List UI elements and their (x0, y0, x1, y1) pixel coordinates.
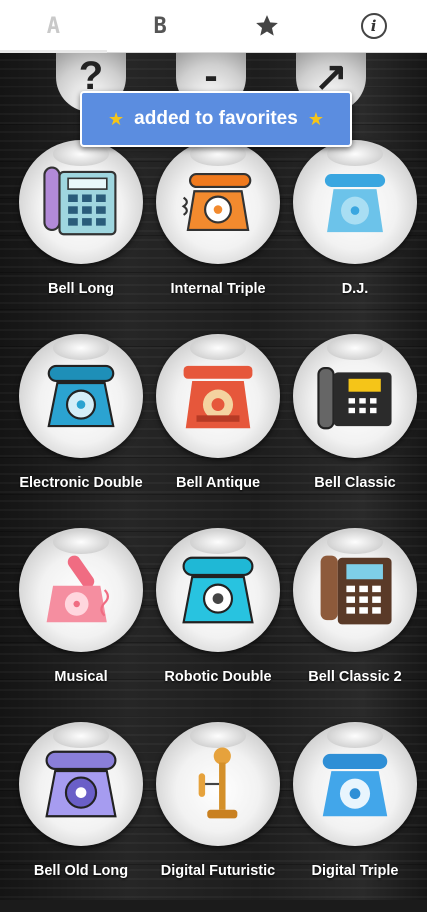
ringtone-button[interactable] (156, 722, 280, 846)
blue-rotary-phone-icon (324, 174, 386, 233)
purple-rotary-phone-icon (45, 750, 117, 818)
office-phone-icon (43, 166, 117, 236)
ringtone-item[interactable]: Bell Long (11, 140, 151, 330)
tab-b[interactable]: B (107, 0, 214, 52)
ringtone-item[interactable]: Robotic Double (148, 528, 288, 718)
ringtone-button[interactable] (19, 528, 143, 652)
pink-rotary-phone-icon (46, 555, 109, 623)
ringtone-label: Bell Long (47, 281, 115, 297)
tab-bar: A B i (0, 0, 427, 53)
ringtone-label: Bell Classic (314, 475, 396, 491)
ringtone-button[interactable] (156, 140, 280, 264)
star-icon-right: ★ (307, 108, 324, 129)
orange-rotary-phone-icon (181, 172, 252, 232)
star-icon (256, 15, 278, 36)
ringtone-label: Digital Triple (311, 863, 399, 879)
toast-message: added to favorites (134, 108, 298, 129)
ringtone-button[interactable] (293, 528, 417, 652)
ringtone-button[interactable] (156, 528, 280, 652)
tab-b-label: B (153, 13, 167, 39)
tab-a[interactable]: A (0, 0, 107, 53)
ringtone-item[interactable]: D.J. (285, 140, 425, 330)
ringtone-label: Musical (54, 669, 108, 685)
sky-rotary-phone-icon (322, 753, 388, 817)
ringtone-button[interactable] (19, 722, 143, 846)
ringtone-item[interactable]: Bell Classic (285, 334, 425, 524)
favorites-toast: ★ added to favorites ★ (80, 91, 352, 147)
ringtone-item[interactable]: Digital Futuristic (148, 722, 288, 912)
ringtone-label: Bell Classic 2 (308, 669, 402, 685)
ringtone-label: D.J. (341, 281, 369, 297)
ringtone-button[interactable] (19, 140, 143, 264)
tab-a-label: A (46, 13, 60, 39)
ringtone-label: Robotic Double (164, 669, 272, 685)
candlestick-phone-icon (198, 747, 238, 819)
ringtone-item[interactable]: Internal Triple (148, 140, 288, 330)
ringtone-button[interactable] (293, 334, 417, 458)
ringtone-item[interactable]: Digital Triple (285, 722, 425, 912)
ringtone-button[interactable] (19, 334, 143, 458)
ringtone-item[interactable]: Bell Old Long (11, 722, 151, 912)
info-icon: i (360, 13, 387, 39)
ringtone-item[interactable]: Bell Classic 2 (285, 528, 425, 718)
ringtone-label: Electronic Double (19, 475, 143, 491)
ringtone-label: Bell Old Long (33, 863, 129, 879)
antique-red-phone-icon (183, 365, 253, 429)
ringtone-label: Internal Triple (170, 281, 266, 297)
ringtone-button[interactable] (293, 140, 417, 264)
desk-phone-icon (317, 366, 392, 430)
ringtone-button[interactable] (293, 722, 417, 846)
tab-favorites[interactable] (214, 0, 321, 52)
ringtone-item[interactable]: Musical (11, 528, 151, 718)
ringtone-label: Digital Futuristic (160, 863, 276, 879)
ringtone-label: Bell Antique (175, 475, 261, 491)
tab-info[interactable]: i (320, 0, 427, 52)
ringtone-item[interactable]: Electronic Double (11, 334, 151, 524)
teal-rotary-phone-icon (47, 364, 115, 428)
cyan-rotary-phone-icon (182, 556, 254, 624)
brown-office-phone-icon (320, 555, 392, 625)
star-icon-left: ★ (108, 108, 125, 129)
info-icon-glyph: i (370, 17, 377, 35)
ringtone-item[interactable]: Bell Antique (148, 334, 288, 524)
ringtone-button[interactable] (156, 334, 280, 458)
